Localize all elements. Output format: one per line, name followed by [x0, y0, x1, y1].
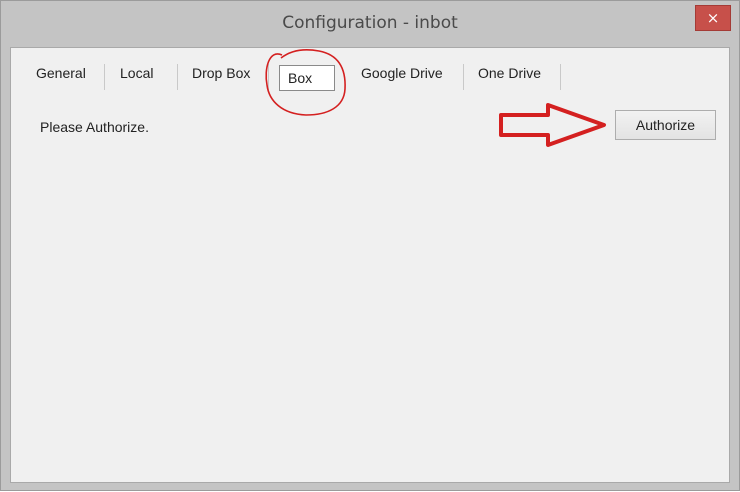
authorize-button[interactable]: Authorize — [615, 110, 716, 140]
tab-separator — [463, 64, 464, 90]
close-icon: × — [706, 9, 720, 27]
tab-separator — [177, 64, 178, 90]
close-button[interactable]: × — [695, 5, 731, 31]
status-message: Please Authorize. — [40, 119, 149, 135]
tab-separator — [560, 64, 561, 90]
tab-general[interactable]: General — [36, 60, 86, 86]
tab-local[interactable]: Local — [120, 60, 153, 86]
tab-box[interactable]: Box — [279, 65, 335, 91]
window-title: Configuration - inbot — [282, 13, 458, 33]
tab-one-drive[interactable]: One Drive — [478, 60, 541, 86]
tab-separator — [268, 64, 269, 90]
configuration-window: Configuration - inbot × General Local Dr… — [0, 0, 740, 491]
tab-separator — [104, 64, 105, 90]
tab-control: General Local Drop Box Box Google Drive … — [10, 47, 730, 483]
tab-drop-box[interactable]: Drop Box — [192, 60, 250, 86]
title-bar[interactable]: Configuration - inbot × — [1, 1, 739, 47]
tab-google-drive[interactable]: Google Drive — [361, 60, 443, 86]
